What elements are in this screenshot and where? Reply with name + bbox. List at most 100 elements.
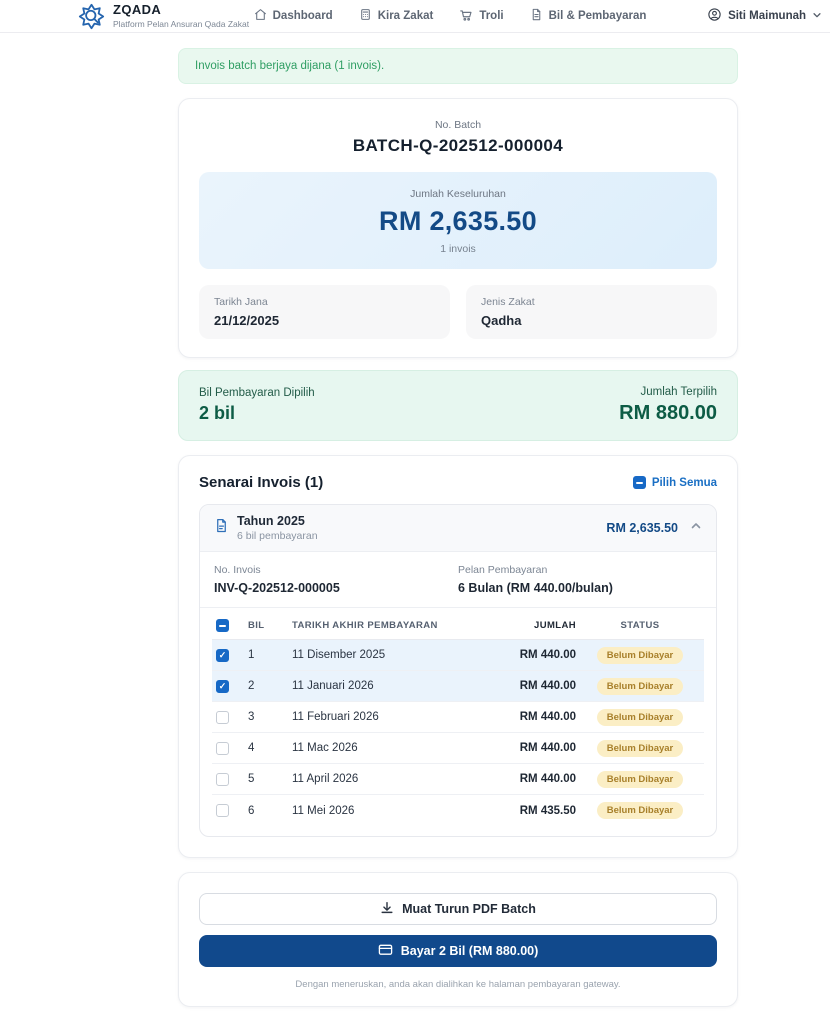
year-subtitle: 6 bil pembayaran	[237, 530, 318, 542]
select-all-button[interactable]: Pilih Semua	[632, 476, 717, 489]
payment-plan-value: 6 Bulan (RM 440.00/bulan)	[458, 581, 613, 595]
document-icon	[530, 8, 543, 24]
pay-button-label: Bayar 2 Bil (RM 880.00)	[400, 944, 539, 958]
invoice-list-card: Senarai Invois (1) Pilih Semua Tahun 202…	[178, 455, 738, 858]
batch-no-label: No. Batch	[434, 119, 482, 131]
bills-table: BIL TARIKH AKHIR PEMBAYARAN JUMLAH STATU…	[200, 608, 716, 836]
success-alert: Invois batch berjaya dijana (1 invois).	[178, 48, 738, 84]
date-cell: 11 Mac 2026	[292, 742, 358, 754]
jenis-zakat-label: Jenis Zakat	[481, 296, 535, 308]
bil-cell: 1	[248, 649, 255, 661]
col-bil: BIL	[248, 620, 265, 631]
zqada-logo-icon	[78, 3, 105, 30]
col-amount: JUMLAH	[534, 620, 576, 631]
amount-cell: RM 435.50	[519, 804, 576, 817]
success-alert-message: Invois batch berjaya dijana (1 invois).	[195, 60, 385, 72]
row-checkbox[interactable]	[216, 741, 229, 755]
nav-item-bil-pembayaran[interactable]: Bil & Pembayaran	[530, 8, 646, 24]
gateway-disclaimer: Dengan meneruskan, anda akan dialihkan k…	[295, 979, 621, 990]
download-pdf-button[interactable]: Muat Turun PDF Batch	[199, 893, 717, 925]
row-checkbox[interactable]	[216, 648, 229, 662]
nav-item-kira-zakat[interactable]: Kira Zakat	[359, 8, 434, 24]
tarikh-jana-value: 21/12/2025	[214, 313, 280, 328]
brand-logo[interactable]: ZQADA Platform Pelan Ansuran Qada Zakat	[78, 2, 249, 30]
nav-label: Troli	[479, 10, 504, 22]
tarikh-jana-label: Tarikh Jana	[214, 296, 268, 308]
year-total: RM 2,635.50	[606, 521, 678, 535]
download-pdf-label: Muat Turun PDF Batch	[402, 902, 536, 916]
amount-cell: RM 440.00	[519, 773, 576, 785]
top-navbar: ZQADA Platform Pelan Ansuran Qada Zakat …	[0, 0, 830, 33]
invoice-number-col: No. Invois INV-Q-202512-000005	[214, 564, 458, 595]
selected-bills: Bil Pembayaran Dipilih 2 bil	[199, 387, 315, 424]
amount-cell: RM 440.00	[519, 711, 576, 723]
credit-card-icon	[378, 942, 393, 960]
table-row: 6 11 Mei 2026 RM 435.50 Belum Dibayar	[212, 795, 704, 826]
home-icon	[254, 8, 267, 24]
cart-icon	[459, 8, 473, 25]
year-accordion: Tahun 2025 6 bil pembayaran RM 2,635.50 …	[199, 504, 717, 837]
bil-cell: 2	[248, 680, 255, 692]
year-accordion-header[interactable]: Tahun 2025 6 bil pembayaran RM 2,635.50	[200, 505, 716, 552]
table-row: 3 11 Februari 2026 RM 440.00 Belum Dibay…	[212, 702, 704, 733]
batch-meta-row: Tarikh Jana 21/12/2025 Jenis Zakat Qadha	[199, 285, 717, 339]
table-header-row: BIL TARIKH AKHIR PEMBAYARAN JUMLAH STATU…	[212, 612, 704, 640]
pay-button[interactable]: Bayar 2 Bil (RM 880.00)	[199, 935, 717, 967]
bil-cell: 3	[248, 711, 255, 723]
year-title: Tahun 2025	[237, 514, 305, 528]
payment-plan-col: Pelan Pembayaran 6 Bulan (RM 440.00/bula…	[458, 564, 702, 595]
status-badge: Belum Dibayar	[596, 646, 684, 664]
header-indeterminate-checkbox[interactable]	[216, 619, 229, 632]
chevron-up-icon[interactable]	[690, 519, 702, 537]
bil-cell: 5	[248, 773, 255, 785]
col-status: STATUS	[620, 620, 660, 631]
table-row: 5 11 April 2026 RM 440.00 Belum Dibayar	[212, 764, 704, 795]
select-all-label: Pilih Semua	[651, 476, 717, 489]
brand-text: ZQADA Platform Pelan Ansuran Qada Zakat	[113, 2, 249, 29]
total-amount: RM 2,635.50	[379, 206, 537, 236]
batch-no-value: BATCH-Q-202512-000004	[352, 136, 564, 155]
row-checkbox[interactable]	[216, 804, 229, 817]
nav-label: Kira Zakat	[377, 10, 434, 22]
batch-summary-card: No. Batch BATCH-Q-202512-000004 Jumlah K…	[178, 98, 738, 358]
download-icon	[380, 901, 394, 918]
status-badge: Belum Dibayar	[596, 677, 684, 695]
invoice-info-row: No. Invois INV-Q-202512-000005 Pelan Pem…	[200, 552, 716, 608]
invoice-list-header: Senarai Invois (1) Pilih Semua	[199, 474, 717, 491]
selection-summary-bar: Bil Pembayaran Dipilih 2 bil Jumlah Terp…	[178, 370, 738, 441]
page-content: Invois batch berjaya dijana (1 invois). …	[178, 48, 738, 1007]
selected-bills-label: Bil Pembayaran Dipilih	[199, 387, 315, 399]
nav-label: Dashboard	[272, 10, 333, 22]
table-row: 2 11 Januari 2026 RM 440.00 Belum Dibaya…	[212, 671, 704, 702]
date-cell: 11 Januari 2026	[292, 680, 374, 692]
amount-cell: RM 440.00	[519, 742, 576, 754]
nav-item-troli[interactable]: Troli	[459, 8, 504, 25]
row-checkbox[interactable]	[216, 710, 229, 724]
total-label: Jumlah Keseluruhan	[410, 188, 506, 200]
main-nav: Dashboard Kira Zakat Troli Bil & Pembaya…	[254, 8, 646, 25]
amount-cell: RM 440.00	[519, 649, 576, 661]
file-icon	[214, 518, 229, 538]
total-amount-box: Jumlah Keseluruhan RM 2,635.50 1 invois	[199, 172, 717, 269]
user-menu[interactable]: Siti Maimunah	[707, 7, 822, 25]
jenis-zakat-box: Jenis Zakat Qadha	[466, 285, 717, 339]
bil-cell: 4	[248, 742, 255, 754]
nav-item-dashboard[interactable]: Dashboard	[254, 8, 333, 24]
selected-amount: Jumlah Terpilih RM 880.00	[619, 386, 717, 425]
status-badge: Belum Dibayar	[596, 739, 684, 757]
user-name: Siti Maimunah	[728, 10, 807, 22]
user-avatar-icon	[707, 7, 722, 25]
navbar-left: ZQADA Platform Pelan Ansuran Qada Zakat	[78, 2, 254, 30]
row-checkbox[interactable]	[216, 772, 229, 786]
row-checkbox[interactable]	[216, 679, 229, 693]
status-badge: Belum Dibayar	[596, 770, 684, 788]
invoice-count: 1 invois	[440, 243, 476, 255]
table-row: 4 11 Mac 2026 RM 440.00 Belum Dibayar	[212, 733, 704, 764]
jenis-zakat-value: Qadha	[481, 313, 522, 328]
invoice-number-label: No. Invois	[214, 564, 261, 576]
selected-amount-label: Jumlah Terpilih	[640, 386, 718, 398]
bil-cell: 6	[248, 804, 255, 817]
amount-cell: RM 440.00	[519, 680, 576, 692]
date-cell: 11 Disember 2025	[292, 649, 386, 661]
date-cell: 11 Februari 2026	[292, 711, 379, 723]
